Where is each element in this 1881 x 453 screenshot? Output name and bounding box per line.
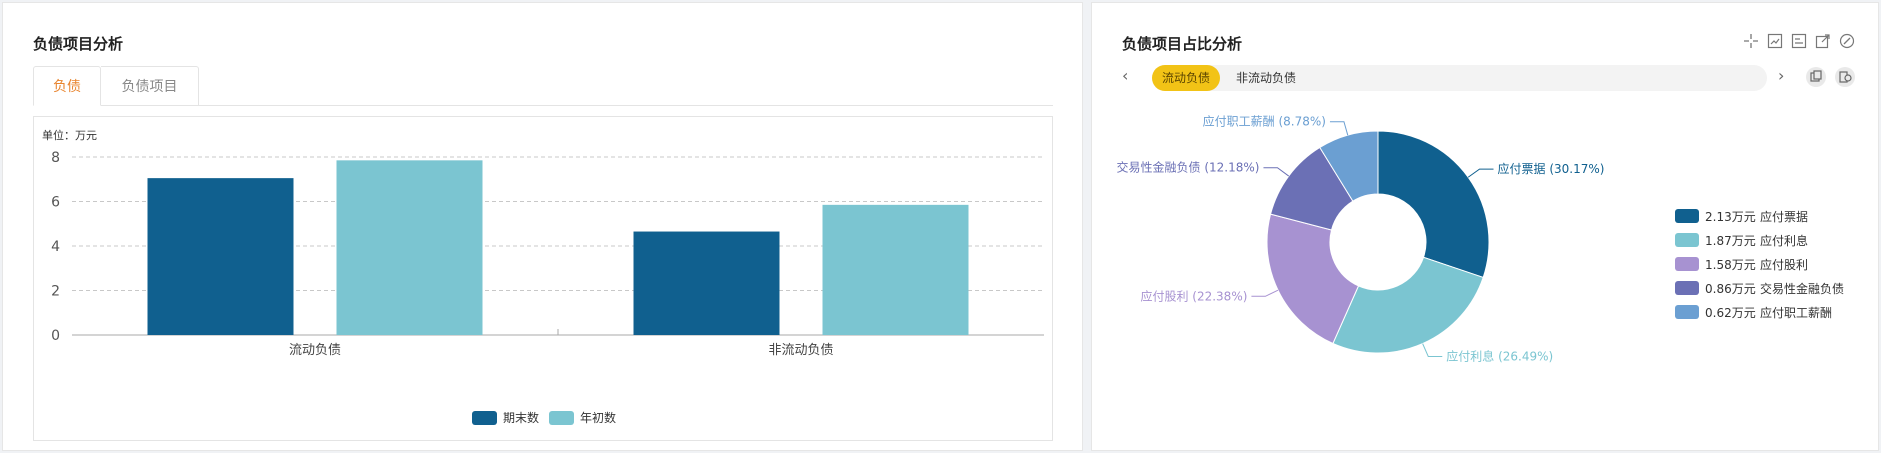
zoom-reset-icon[interactable]: [1791, 33, 1807, 49]
legend-label[interactable]: 应付票据: [1760, 209, 1808, 224]
legend-swatch[interactable]: [1675, 209, 1699, 223]
chevron-right-icon[interactable]: ›: [1778, 66, 1784, 86]
legend-label[interactable]: 应付利息: [1760, 233, 1808, 248]
pie-label: 交易性金融负债 (12.18%): [1117, 160, 1260, 175]
chevron-left-icon[interactable]: ‹: [1122, 66, 1128, 86]
restore-icon[interactable]: [1743, 33, 1759, 49]
pie-label-line: [1263, 167, 1290, 177]
bar-chart: 单位：万元 0 2 4 6 8 流动负债 非流动负债 期末数 年初数: [42, 128, 1044, 425]
tab-bar: 负债 负债项目: [33, 66, 1053, 106]
legend-swatch[interactable]: [1675, 233, 1699, 247]
bar[interactable]: [822, 204, 969, 335]
tab-liability-items[interactable]: 负债项目: [101, 66, 199, 106]
liability-ratio-panel: 负债项目占比分析 ‹ 流动负债 非流动负债 › 应付票据 (30.17%) 应付…: [1091, 2, 1879, 451]
pie-label: 应付利息 (26.49%): [1446, 348, 1553, 363]
pie-label: 应付票据 (30.17%): [1498, 161, 1605, 176]
panel-title: 负债项目占比分析: [1122, 35, 1243, 53]
segment-noncurrent-liability[interactable]: 非流动负债: [1226, 65, 1306, 91]
y-tick-label: 4: [51, 239, 60, 255]
unit-label: 单位：万元: [42, 128, 97, 142]
category-switcher: ‹ 流动负债 非流动负债 ›: [1122, 63, 1862, 93]
legend-value[interactable]: 1.87万元: [1705, 234, 1756, 248]
legend-swatch[interactable]: [549, 411, 574, 425]
legend-swatch[interactable]: [1675, 257, 1699, 271]
data-view-icon[interactable]: [1806, 67, 1826, 87]
donut-chart: 应付票据 (30.17%) 应付利息 (26.49%) 应付股利 (22.38%) 交…: [1117, 114, 1844, 364]
y-tick-label: 6: [51, 195, 60, 211]
legend-value[interactable]: 1.58万元: [1705, 258, 1756, 272]
save-image-icon[interactable]: [1815, 33, 1831, 49]
segment-bar: 流动负债 非流动负债: [1152, 65, 1767, 91]
legend-swatch[interactable]: [1675, 281, 1699, 295]
legend-label[interactable]: 期末数: [503, 410, 539, 425]
legend-label[interactable]: 应付股利: [1760, 257, 1808, 272]
panel-title: 负债项目分析: [33, 35, 124, 53]
legend-swatch[interactable]: [472, 411, 497, 425]
liability-analysis-panel: 负债项目分析 负债 负债项目 单位：万元 0 2 4 6 8 流动负债 非流动负债 期末数…: [2, 2, 1083, 451]
pie-slice[interactable]: [1377, 130, 1490, 279]
y-tick-label: 2: [51, 284, 60, 300]
legend-label[interactable]: 应付职工薪酬: [1760, 305, 1832, 320]
legend-value[interactable]: 0.86万元: [1705, 282, 1756, 296]
y-tick-label: 8: [51, 150, 60, 166]
bar[interactable]: [147, 178, 294, 335]
legend-label[interactable]: 交易性金融负债: [1760, 281, 1844, 296]
pie-label: 应付职工薪酬 (8.78%): [1203, 114, 1326, 129]
pie-label-line: [1329, 121, 1349, 136]
chart-switch-icon[interactable]: [1835, 67, 1855, 87]
bar[interactable]: [633, 231, 780, 335]
y-tick-label: 0: [51, 328, 60, 344]
pie-label-line: [1467, 168, 1494, 178]
x-tick-label: 非流动负债: [768, 343, 833, 358]
settings-icon[interactable]: [1839, 33, 1855, 49]
zoom-icon[interactable]: [1767, 33, 1783, 49]
legend-label[interactable]: 年初数: [580, 410, 616, 425]
x-tick-label: 流动负债: [289, 343, 341, 358]
pie-label-line: [1251, 289, 1279, 297]
legend-swatch[interactable]: [1675, 305, 1699, 319]
tab-liability[interactable]: 负债: [33, 66, 101, 106]
bar-chart-container: 单位：万元 0 2 4 6 8 流动负债 非流动负债 期末数 年初数: [33, 116, 1053, 441]
pie-label-line: [1422, 343, 1443, 357]
pie-label: 应付股利 (22.38%): [1140, 288, 1247, 303]
legend-value[interactable]: 2.13万元: [1705, 210, 1756, 224]
segment-current-liability[interactable]: 流动负债: [1152, 65, 1221, 91]
pie-slice[interactable]: [1332, 256, 1484, 354]
bar[interactable]: [336, 160, 483, 335]
legend-value[interactable]: 0.62万元: [1705, 306, 1756, 320]
